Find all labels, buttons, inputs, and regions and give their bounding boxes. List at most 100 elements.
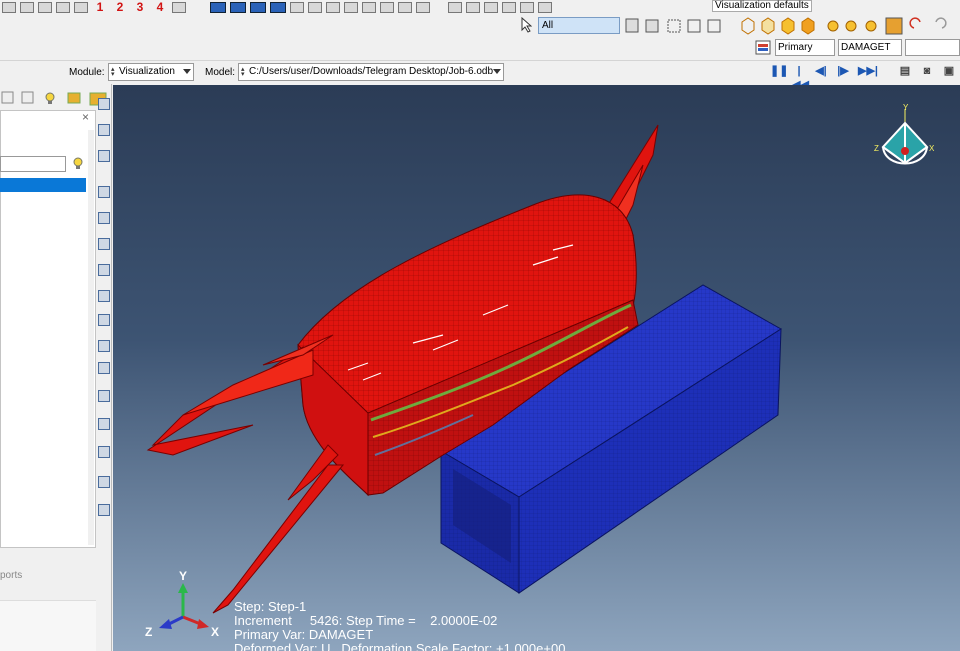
view-cube-y-label: Y [903,103,909,112]
panel-bottom [0,600,96,651]
model-select[interactable]: ▴ ▾ C:/Users/user/Downloads/Telegram Desk… [238,63,504,81]
axis-triad: Y X Z [145,569,220,643]
toolbox-icon-15[interactable] [98,476,110,488]
zoom-icon[interactable] [484,1,498,13]
field-output-icon[interactable] [755,40,773,56]
arrow-icon[interactable] [344,1,358,13]
toolbox-icon-11[interactable] [98,362,110,374]
zoom-out-icon[interactable] [502,1,516,13]
camera-icon[interactable] [290,1,304,13]
calculator-icon[interactable] [308,1,322,13]
view-1-button[interactable]: 1 [92,0,108,14]
render-wireframe-icon[interactable] [210,1,226,13]
triad-x-label: X [211,625,220,639]
zoom-box-icon[interactable] [2,1,16,13]
tree-selected-item[interactable] [0,178,86,192]
cube-filled-icon[interactable] [781,17,795,35]
iso-view-icon[interactable] [172,1,186,13]
tool-active-icon[interactable] [885,17,903,35]
lightbulb-icon[interactable] [45,92,55,104]
selection-icon-a[interactable] [625,18,639,33]
magnify-icon[interactable] [56,1,70,13]
pan-icon[interactable] [448,1,462,13]
list-icon[interactable] [416,1,430,13]
next-frame-icon[interactable]: |▶ [836,64,850,78]
lightbulb-icon[interactable] [71,156,85,170]
cycle-view-icon[interactable] [38,1,52,13]
pause-icon[interactable]: ❚❚ [770,64,788,78]
grid-icon[interactable] [398,1,412,13]
layers-icon[interactable]: ▤ [898,64,912,78]
primary-select[interactable]: Primary [775,39,835,56]
toolbox-icon-6[interactable] [98,238,110,250]
variable-select[interactable]: DAMAGET [838,39,902,56]
rotate-icon[interactable] [74,1,88,13]
view-2-button[interactable]: 2 [112,0,128,14]
first-frame-icon[interactable]: |◀◀ [792,64,809,91]
view-cube-x-label: X [929,144,935,153]
view-cube[interactable]: Y Z X [871,103,943,187]
rotate-view-icon[interactable] [466,1,480,13]
fit-view-icon[interactable] [520,1,534,13]
previous-frame-icon[interactable]: ◀| [814,64,828,78]
select-arrow-icon[interactable] [520,17,532,33]
movie-icon[interactable]: ▣ [942,64,956,78]
selection-icon-d[interactable] [707,19,721,33]
tree-icon-b[interactable] [21,91,34,104]
chevron-down-icon [493,69,501,74]
tree-filter-input[interactable] [0,156,66,172]
toolbox-icon-14[interactable] [98,446,110,458]
toolbox-icon-4[interactable] [98,186,110,198]
cube-hidden-icon[interactable] [761,17,775,35]
box-select-icon[interactable] [667,19,681,33]
selection-icon-b[interactable] [645,19,659,33]
toolbox-icon-7[interactable] [98,264,110,276]
auto-fit-icon[interactable] [20,1,34,13]
triad-z-label: Z [145,625,153,639]
toolbox-icon-2[interactable] [98,124,110,136]
toolbox-icon-1[interactable] [98,98,110,110]
graphics-viewport[interactable]: Y Z X Y X Z Step: Step-1 Increment 5426: … [113,85,960,651]
triad-y-label: Y [179,569,188,583]
pivot-icon[interactable] [538,1,552,13]
toolbox-icon-5[interactable] [98,212,110,224]
sphere-icon-b[interactable] [845,20,857,32]
visualization-defaults-select[interactable]: Visualization defaults [712,0,812,12]
sphere-icon-a[interactable] [827,20,839,32]
module-toolbox [96,86,112,651]
render-filled-icon[interactable] [250,1,266,13]
query-icon[interactable] [326,1,340,13]
tree-icon-a[interactable] [1,91,14,104]
cube-shaded-icon[interactable] [801,17,815,35]
toolbox-icon-3[interactable] [98,150,110,162]
selection-icon-c[interactable] [687,19,701,33]
close-icon[interactable]: × [82,111,92,123]
component-field[interactable] [905,39,960,56]
view-4-button[interactable]: 4 [152,0,168,14]
last-frame-icon[interactable]: ▶▶| [858,64,878,78]
camera-icon[interactable]: ◙ [920,64,934,78]
redo-icon[interactable] [935,17,947,29]
render-style-tools [741,17,947,35]
toolbox-icon-16[interactable] [98,504,110,516]
cube-wire-icon[interactable] [741,17,755,35]
toolbox-icon-8[interactable] [98,290,110,302]
text-annotation-icon[interactable] [362,1,376,13]
toolbox-icon-12[interactable] [98,390,110,402]
module-select[interactable]: ▴ ▾ Visualization [108,63,194,81]
abaqus-window: 1 2 3 4 Visualization defaults All Prima… [0,0,960,651]
state-block: Step: Step-1 Increment 5426: Step Time = … [234,600,565,651]
selection-filter-select[interactable]: All [538,17,620,34]
render-hidden-icon[interactable] [230,1,246,13]
toolbox-icon-9[interactable] [98,314,110,326]
sphere-icon-c[interactable] [865,20,877,32]
tree-scrollbar[interactable] [88,130,94,545]
undo-icon[interactable] [909,17,921,29]
render-shaded-icon[interactable] [270,1,286,13]
toolbox-icon-10[interactable] [98,340,110,352]
view-3-button[interactable]: 3 [132,0,148,14]
selection-toolbar [0,14,960,38]
select-cursor-icon[interactable] [380,1,394,13]
toolbox-icon-13[interactable] [98,418,110,430]
